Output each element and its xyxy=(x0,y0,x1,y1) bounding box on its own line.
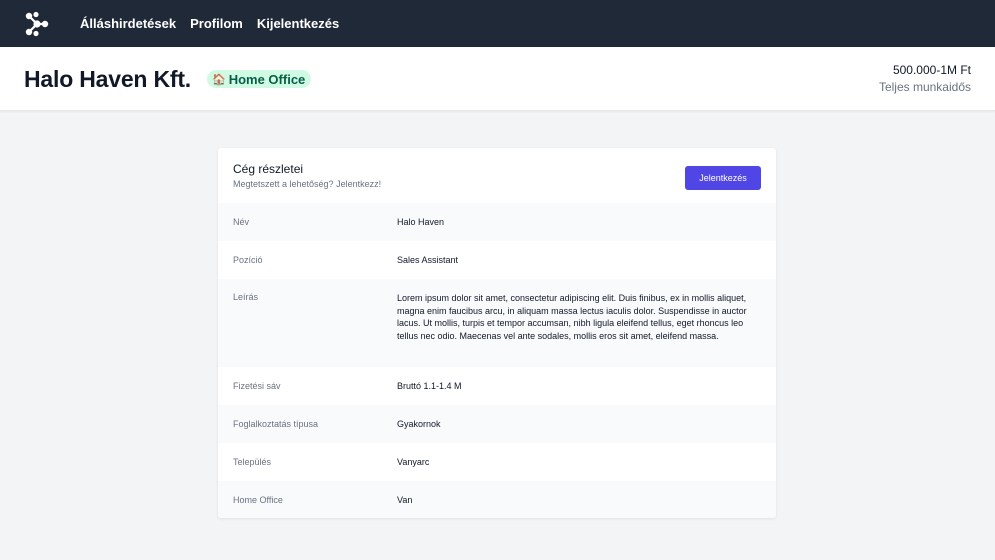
detail-value: Vanyarc xyxy=(397,456,430,467)
detail-label: Település xyxy=(233,457,272,467)
detail-value: Gyakornok xyxy=(397,418,441,429)
detail-label: Home Office xyxy=(233,495,283,505)
detail-label: Pozíció xyxy=(233,255,263,265)
card-header: Cég részletei Megtetszett a lehetőség? J… xyxy=(218,148,776,203)
house-icon: 🏠 xyxy=(212,73,226,86)
detail-label: Leírás xyxy=(233,292,259,302)
logo-icon[interactable] xyxy=(24,11,50,37)
card-title: Cég részletei xyxy=(233,162,304,176)
company-name: Halo Haven Kft. xyxy=(24,66,191,92)
detail-row-position: Pozíció Sales Assistant xyxy=(218,241,776,279)
page-header: Halo Haven Kft. 🏠 Home Office 500.000-1M… xyxy=(0,47,995,111)
detail-row-description: Leírás Lorem ipsum dolor sit amet, conse… xyxy=(218,279,776,367)
home-office-badge: 🏠 Home Office xyxy=(207,70,312,88)
detail-value: Bruttó 1.1-1.4 M xyxy=(397,380,462,391)
detail-row-home-office: Home Office Van xyxy=(218,481,776,518)
detail-row-name: Név Halo Haven xyxy=(218,203,776,241)
detail-value: Lorem ipsum dolor sit amet, consectetur … xyxy=(397,293,747,341)
detail-row-city: Település Vanyarc xyxy=(218,443,776,481)
nav-links: Álláshirdetések Profilom Kijelentkezés xyxy=(80,0,353,47)
badge-label: Home Office xyxy=(228,71,306,87)
job-type: Teljes munkaidős xyxy=(878,80,971,94)
nav-link-profile[interactable]: Profilom xyxy=(190,16,243,31)
card-subtitle: Megtetszett a lehetőség? Jelentkezz! xyxy=(233,179,382,189)
nav-link-jobs[interactable]: Álláshirdetések xyxy=(80,16,176,31)
top-navbar: Álláshirdetések Profilom Kijelentkezés xyxy=(0,0,995,47)
detail-label: Fizetési sáv xyxy=(233,381,281,391)
company-details-card: Cég részletei Megtetszett a lehetőség? J… xyxy=(218,148,776,518)
detail-row-employment-type: Foglalkoztatás típusa Gyakornok xyxy=(218,405,776,443)
detail-value: Sales Assistant xyxy=(397,254,459,265)
detail-label: Foglalkoztatás típusa xyxy=(233,419,319,429)
detail-value: Halo Haven xyxy=(397,216,445,227)
detail-label: Név xyxy=(233,217,250,227)
detail-row-salary: Fizetési sáv Bruttó 1.1-1.4 M xyxy=(218,367,776,405)
apply-button[interactable]: Jelentkezés xyxy=(685,166,761,190)
salary-range: 500.000-1M Ft xyxy=(892,63,971,77)
nav-link-logout[interactable]: Kijelentkezés xyxy=(257,16,339,31)
detail-value: Van xyxy=(397,494,413,505)
